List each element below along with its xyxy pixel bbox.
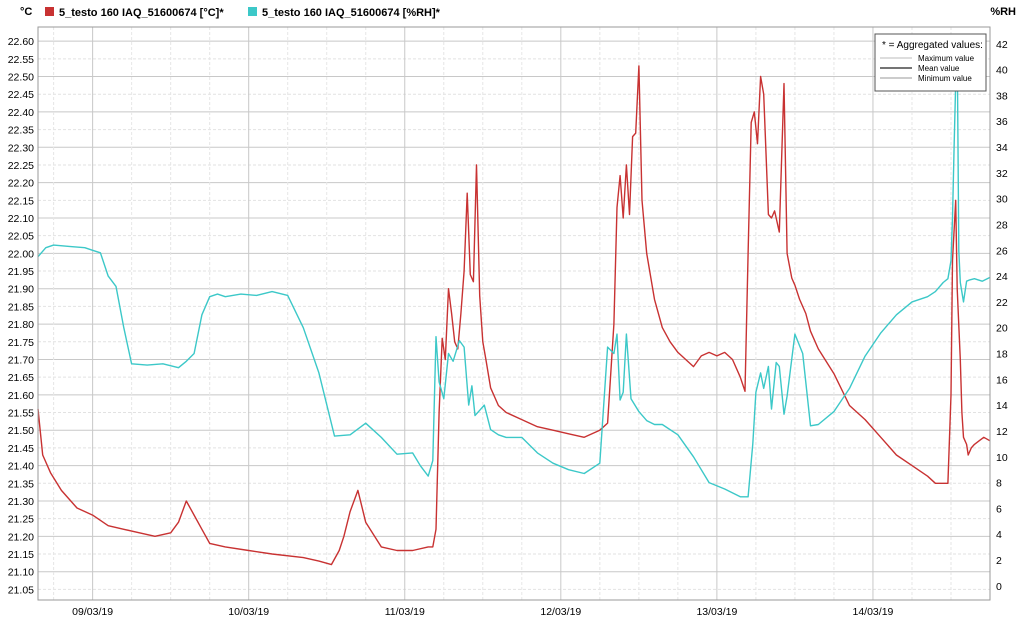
y-left-tick-label: 22.15	[8, 195, 34, 207]
y-left-tick-label: 21.65	[8, 372, 34, 384]
legend-label-temperature[interactable]: 5_testo 160 IAQ_51600674 [°C]*	[59, 7, 224, 19]
y-left-tick-label: 22.45	[8, 89, 34, 101]
right-axis-unit: %RH	[990, 6, 1016, 18]
aggregation-legend-title: * = Aggregated values:	[882, 40, 983, 51]
x-tick-label: 10/03/19	[228, 606, 269, 618]
y-left-tick-label: 21.45	[8, 443, 34, 455]
y-right-tick-label: 10	[996, 452, 1008, 464]
y-left-tick-label: 21.75	[8, 337, 34, 349]
y-left-tick-label: 21.30	[8, 496, 34, 508]
y-left-tick-label: 22.00	[8, 248, 34, 260]
y-left-tick-label: 21.40	[8, 461, 34, 473]
x-tick-label: 14/03/19	[853, 606, 894, 618]
left-axis-unit: °C	[20, 6, 32, 18]
x-axis: 09/03/19 10/03/19 11/03/19 12/03/19 13/03/19…	[72, 606, 893, 618]
y-left-tick-label: 21.15	[8, 549, 34, 561]
y-right-tick-label: 6	[996, 503, 1002, 515]
legend-label-humidity[interactable]: 5_testo 160 IAQ_51600674 [%RH]*	[262, 7, 441, 19]
y-right-tick-label: 26	[996, 245, 1008, 257]
y-left-tick-label: 22.60	[8, 36, 34, 48]
y-left-tick-label: 22.55	[8, 54, 34, 66]
max-value-label: Maximum value	[918, 54, 975, 63]
legend-swatch-temperature	[45, 7, 54, 16]
y-left-tick-label: 21.70	[8, 354, 34, 366]
y-left-tick-label: 22.30	[8, 142, 34, 154]
y-right-tick-label: 24	[996, 271, 1008, 283]
legend-swatch-humidity	[248, 7, 257, 16]
y-right-tick-label: 32	[996, 168, 1008, 180]
y-left-tick-label: 21.95	[8, 266, 34, 278]
y-right-tick-label: 18	[996, 349, 1008, 361]
y-left-tick-label: 21.10	[8, 567, 34, 579]
y-left-tick-label: 21.55	[8, 408, 34, 420]
y-right-tick-label: 38	[996, 90, 1008, 102]
x-tick-label: 09/03/19	[72, 606, 113, 618]
chart-header: °C 5_testo 160 IAQ_51600674 [°C]* 5_test…	[20, 6, 1016, 19]
y-right-tick-label: 2	[996, 555, 1002, 567]
min-value-label: Minimum value	[918, 74, 972, 83]
y-right-tick-label: 22	[996, 297, 1008, 309]
y-right-tick-label: 8	[996, 478, 1002, 490]
x-tick-label: 12/03/19	[540, 606, 581, 618]
y-left-tick-label: 22.10	[8, 213, 34, 225]
x-tick-label: 13/03/19	[696, 606, 737, 618]
y-left-tick-label: 21.85	[8, 301, 34, 313]
y-right-tick-label: 36	[996, 116, 1008, 128]
mean-value-label: Mean value	[918, 64, 960, 73]
y-left-tick-label: 22.35	[8, 125, 34, 137]
right-axis: 424038363432302826242220181614121086420	[996, 39, 1008, 593]
y-left-tick-label: 21.20	[8, 531, 34, 543]
y-left-tick-label: 21.90	[8, 284, 34, 296]
y-left-tick-label: 22.05	[8, 231, 34, 243]
y-right-tick-label: 20	[996, 323, 1008, 335]
y-right-tick-label: 42	[996, 39, 1008, 51]
y-left-tick-label: 21.80	[8, 319, 34, 331]
y-left-tick-label: 22.40	[8, 107, 34, 119]
y-right-tick-label: 16	[996, 374, 1008, 386]
y-left-tick-label: 22.25	[8, 160, 34, 172]
y-left-tick-label: 22.20	[8, 178, 34, 190]
left-axis: 22.60 22.55 22.50 22.45 22.40 22.35 22.30 22.25…	[8, 36, 34, 596]
aggregation-legend: * = Aggregated values: Maximum value Mea…	[874, 33, 987, 92]
y-left-tick-label: 21.25	[8, 514, 34, 526]
y-right-tick-label: 4	[996, 529, 1002, 541]
y-right-tick-label: 0	[996, 581, 1002, 593]
y-right-tick-label: 40	[996, 65, 1008, 77]
y-right-tick-label: 28	[996, 219, 1008, 231]
y-right-tick-label: 30	[996, 194, 1008, 206]
chart: °C 5_testo 160 IAQ_51600674 [°C]* 5_test…	[8, 6, 1016, 618]
y-left-tick-label: 22.50	[8, 72, 34, 84]
y-left-tick-label: 21.60	[8, 390, 34, 402]
y-right-tick-label: 14	[996, 400, 1008, 412]
y-left-tick-label: 21.05	[8, 584, 34, 596]
y-right-tick-label: 12	[996, 426, 1008, 438]
y-left-tick-label: 21.50	[8, 425, 34, 437]
x-tick-label: 11/03/19	[385, 606, 425, 618]
y-left-tick-label: 21.35	[8, 478, 34, 490]
y-right-tick-label: 34	[996, 142, 1008, 154]
